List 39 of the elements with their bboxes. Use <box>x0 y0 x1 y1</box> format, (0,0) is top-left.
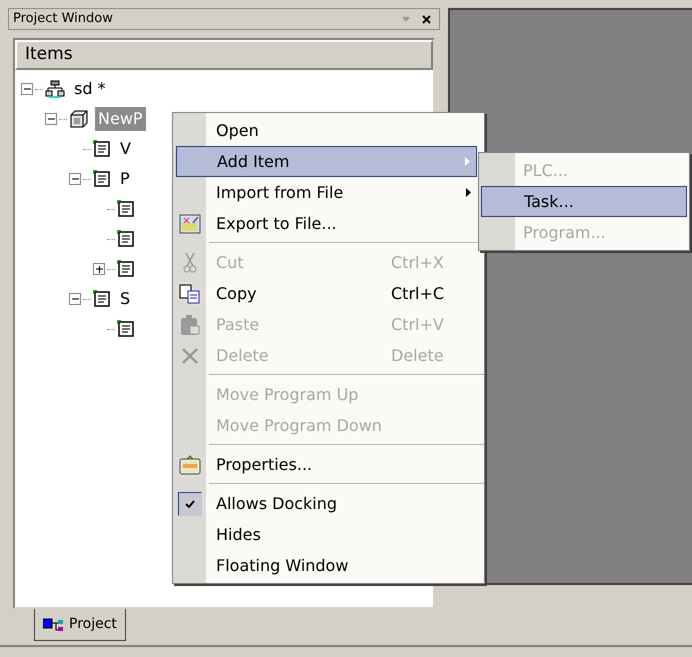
cut-icon <box>182 252 196 274</box>
tree-item[interactable]: V <box>117 137 134 161</box>
menu-item[interactable]: Copy Ctrl+C <box>206 278 477 309</box>
document-icon <box>93 290 111 308</box>
cube-icon <box>69 110 89 128</box>
menu-item[interactable]: Import from File <box>206 177 477 208</box>
column-header[interactable]: Items <box>15 40 433 70</box>
project-tab[interactable]: Project <box>34 609 126 641</box>
copy-icon <box>178 284 200 304</box>
close-icon[interactable] <box>422 14 431 24</box>
menu-item[interactable]: Floating Window <box>206 550 477 581</box>
tree-item[interactable]: P <box>117 167 133 191</box>
menu-item[interactable]: Task... <box>481 186 687 217</box>
expand-icon[interactable] <box>93 263 105 275</box>
menu-item[interactable]: Export to File... <box>206 208 477 239</box>
tree-item[interactable]: sd * <box>71 77 109 101</box>
document-icon <box>117 260 135 278</box>
tree-item[interactable]: S <box>117 287 134 311</box>
collapse-icon[interactable] <box>21 83 33 95</box>
clipboard-icon <box>180 314 200 336</box>
collapse-icon[interactable] <box>45 113 57 125</box>
menu-item[interactable]: Allows Docking <box>206 488 477 519</box>
document-icon <box>117 320 135 338</box>
document-icon <box>93 170 111 188</box>
document-icon <box>93 140 111 158</box>
folder-icon <box>178 214 200 234</box>
document-icon <box>117 230 135 248</box>
document-icon <box>117 200 135 218</box>
delete-icon <box>180 346 198 364</box>
project-tree-icon <box>43 618 65 632</box>
menu-item[interactable]: Add Item <box>176 146 477 177</box>
panel-title: Project Window <box>13 10 114 28</box>
menu-item[interactable]: Properties... <box>206 449 477 480</box>
collapse-icon[interactable] <box>69 293 81 305</box>
collapse-icon[interactable] <box>69 173 81 185</box>
menu-item[interactable]: Hides <box>206 519 477 550</box>
menu-item[interactable]: Open <box>206 115 477 146</box>
network-icon <box>45 80 65 98</box>
clipboard-icon <box>178 454 200 474</box>
